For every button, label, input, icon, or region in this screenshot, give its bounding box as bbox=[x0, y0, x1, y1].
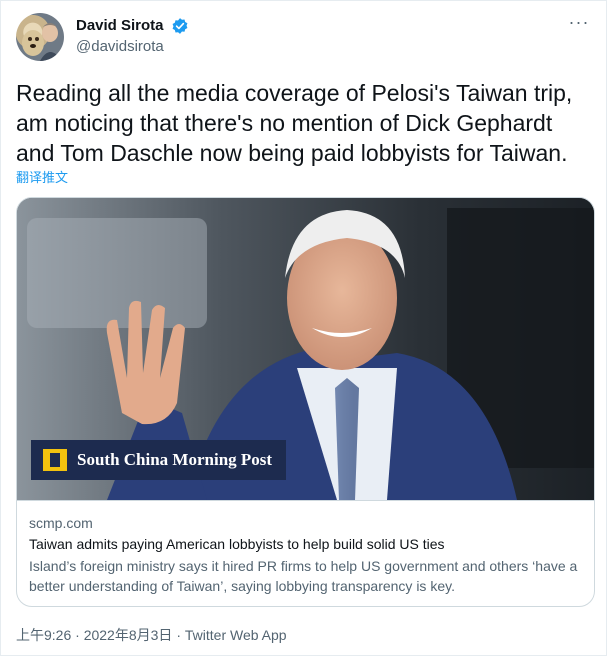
card-description: Island’s foreign ministry says it hired … bbox=[29, 558, 578, 594]
brand-label: South China Morning Post bbox=[31, 440, 287, 480]
card-body[interactable]: scmp.com Taiwan admits paying American l… bbox=[17, 500, 594, 606]
avatar-image bbox=[22, 23, 62, 61]
tweet-text: Reading all the media coverage of Pelosi… bbox=[16, 80, 573, 166]
card-title: Taiwan admits paying American lobbyists … bbox=[29, 536, 445, 552]
card-domain: scmp.com bbox=[29, 515, 93, 531]
meta-separator: · bbox=[75, 627, 80, 643]
avatar[interactable] bbox=[16, 13, 64, 61]
tweet-header: David Sirota @davidsirota ··· bbox=[16, 13, 591, 63]
card-image[interactable]: South China Morning Post bbox=[17, 198, 594, 500]
translate-tweet-link[interactable]: 翻译推文 bbox=[16, 167, 68, 186]
brand-label-text: South China Morning Post bbox=[77, 450, 273, 469]
tweet-meta: 上午9:26 · 2022年8月3日 · Twitter Web App bbox=[16, 625, 287, 645]
more-horizontal-icon[interactable]: ··· bbox=[567, 13, 591, 35]
scmp-logo-icon bbox=[43, 449, 67, 471]
meta-separator: · bbox=[176, 627, 181, 643]
tweet-date[interactable]: 2022年8月3日 bbox=[84, 627, 173, 643]
tweet-source: Twitter Web App bbox=[184, 627, 287, 643]
tweet-time[interactable]: 上午9:26 bbox=[16, 627, 71, 643]
author-block[interactable]: David Sirota @davidsirota bbox=[76, 16, 189, 57]
author-handle[interactable]: @davidsirota bbox=[76, 37, 189, 57]
tweet-container: David Sirota @davidsirota ··· Reading al… bbox=[0, 0, 607, 656]
link-card[interactable]: South China Morning Post scmp.com Taiwan… bbox=[16, 197, 595, 607]
verified-badge-icon bbox=[172, 18, 188, 34]
author-display-name[interactable]: David Sirota bbox=[76, 16, 164, 36]
